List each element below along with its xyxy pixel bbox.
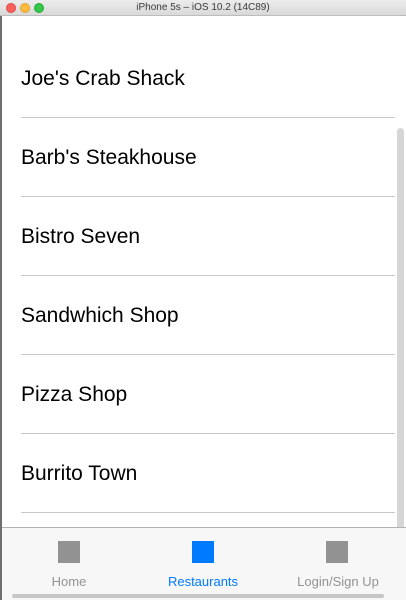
list-item[interactable]: Sandwhich Shop: [2, 276, 406, 355]
restaurant-name: Sandwhich Shop: [21, 304, 179, 327]
square-placeholder-icon: [58, 541, 80, 563]
row-separator: [21, 512, 395, 513]
restaurant-name: Burrito Town: [21, 462, 138, 485]
restaurant-name: Bistro Seven: [21, 225, 141, 248]
list-item[interactable]: Pizza Shop: [2, 355, 406, 434]
list-item[interactable]: Burrito Town: [2, 434, 406, 513]
restaurant-list[interactable]: Joe's Crab Shack Barb's Steakhouse Bistr…: [2, 16, 406, 527]
square-placeholder-icon: [326, 541, 348, 563]
list-item[interactable]: Joe's Crab Shack: [2, 39, 406, 118]
tab-login-signup[interactable]: Login/Sign Up: [270, 528, 406, 600]
restaurant-name: Joe's Crab Shack: [21, 67, 185, 90]
list-item[interactable]: Barb's Steakhouse: [2, 118, 406, 197]
simulator-window: iPhone 5s – iOS 10.2 (14C89) Joe's Crab …: [0, 0, 406, 600]
list-item[interactable]: Bistro Seven: [2, 197, 406, 276]
tab-bar: Home Restaurants Login/Sign Up: [2, 527, 406, 600]
restaurant-name: Pizza Shop: [21, 383, 128, 406]
tab-label: Home: [51, 574, 87, 589]
title-bar: iPhone 5s – iOS 10.2 (14C89): [0, 0, 406, 16]
horizontal-scrollbar[interactable]: [12, 594, 384, 598]
window-title: iPhone 5s – iOS 10.2 (14C89): [136, 2, 270, 13]
tab-label: Restaurants: [167, 574, 239, 589]
tab-label: Login/Sign Up: [297, 574, 379, 589]
tab-home[interactable]: Home: [2, 528, 136, 600]
restaurant-name: Barb's Steakhouse: [21, 146, 197, 169]
square-placeholder-icon: [192, 541, 214, 563]
vertical-scrollbar[interactable]: [397, 128, 404, 527]
tab-restaurants[interactable]: Restaurants: [136, 528, 270, 600]
